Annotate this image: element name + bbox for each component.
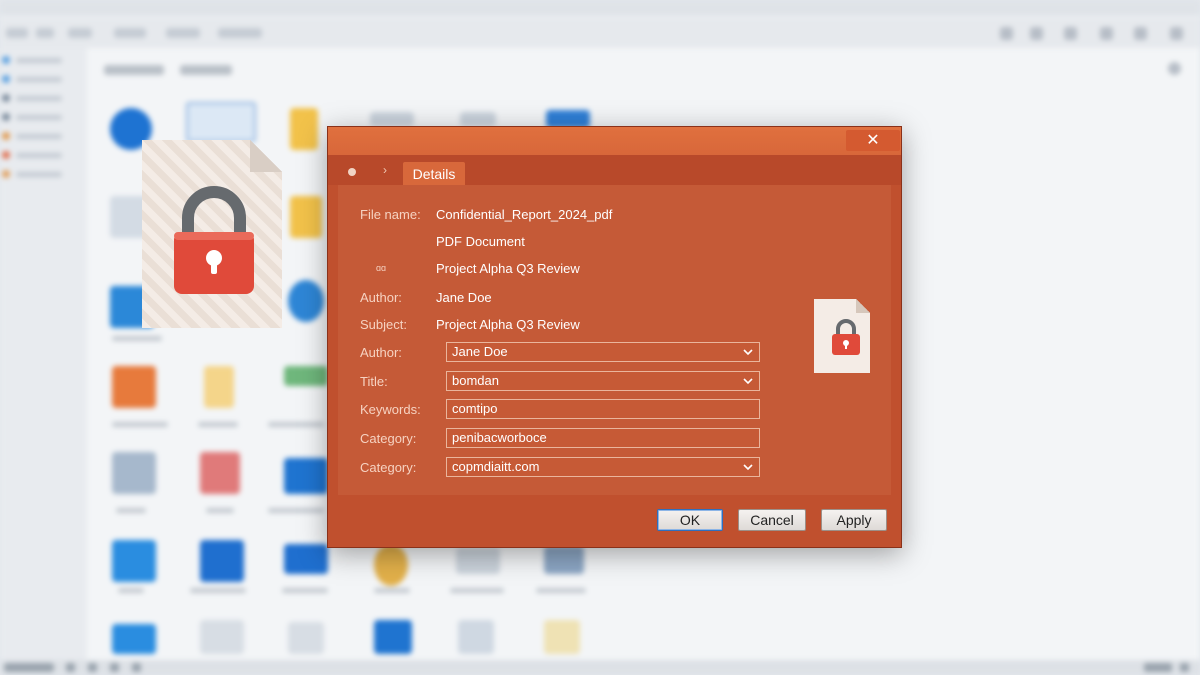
title-value: Project Alpha Q3 Review (436, 261, 580, 276)
keywords-input[interactable]: comtipo (446, 399, 760, 419)
explorer-titlebar (0, 0, 1200, 16)
ok-button[interactable]: OK (657, 509, 723, 531)
author-field-label: Author: (360, 345, 402, 360)
bg-toolbar-icon (1100, 27, 1113, 40)
close-button[interactable]: ✕ (846, 130, 900, 151)
type-value: PDF Document (436, 234, 525, 249)
file-name-label: File name: (360, 207, 421, 222)
author-dropdown[interactable]: Jane Doe (446, 342, 760, 362)
explorer-statusbar (0, 660, 1200, 675)
bg-menu-item (114, 28, 146, 38)
close-icon: ✕ (866, 132, 880, 149)
title-label: ɑɑ (376, 263, 387, 273)
explorer-pathbar (104, 60, 1184, 80)
chevron-down-icon[interactable] (743, 463, 753, 471)
bg-toolbar-icon (1030, 27, 1043, 40)
category-input[interactable]: penibacworboce (446, 428, 760, 448)
file-name-value: Confidential_Report_2024_pdf (436, 207, 613, 222)
chevron-down-icon[interactable] (743, 377, 753, 385)
chevron-right-icon: › (383, 163, 387, 177)
bg-menu-item (36, 28, 54, 38)
keywords-input-value: comtipo (452, 401, 498, 416)
dialog-tabbar: › Details (328, 155, 901, 186)
cancel-button[interactable]: Cancel (738, 509, 806, 531)
bg-menu-item (68, 28, 92, 38)
bg-toolbar-icon (1064, 27, 1077, 40)
subject-label: Subject: (360, 317, 407, 332)
file-corner-fold (250, 140, 282, 172)
file-corner-fold (856, 299, 870, 313)
author-label: Author: (360, 290, 402, 305)
title-field-label: Title: (360, 374, 388, 389)
category-input-value: penibacworboce (452, 430, 547, 445)
padlock-icon (174, 186, 254, 294)
record-dot-icon (348, 168, 356, 176)
apply-button[interactable]: Apply (821, 509, 887, 531)
keywords-field-label: Keywords: (360, 402, 421, 417)
author-value: Jane Doe (436, 290, 492, 305)
bg-toolbar-icon (1000, 27, 1013, 40)
category-dropdown-label: Category: (360, 460, 417, 475)
category-dropdown-value: copmdiaitt.com (452, 459, 540, 474)
selected-file-highlight (186, 102, 256, 142)
subject-value: Project Alpha Q3 Review (436, 317, 580, 332)
bg-menu-item (166, 28, 200, 38)
explorer-menubar (0, 18, 1200, 48)
bg-toolbar-icon (1134, 27, 1147, 40)
details-panel: File name: Confidential_Report_2024_pdf … (338, 185, 891, 495)
padlock-icon (832, 319, 860, 355)
bg-menu-item (6, 28, 28, 38)
bg-menu-item (218, 28, 262, 38)
tab-details[interactable]: Details (403, 162, 465, 186)
title-dropdown[interactable]: bomdan (446, 371, 760, 391)
chevron-down-icon[interactable] (743, 348, 753, 356)
file-properties-dialog: ✕ › Details File name: Confidential_Repo… (327, 126, 902, 548)
explorer-sidebar (0, 48, 86, 660)
category-dropdown[interactable]: copmdiaitt.com (446, 457, 760, 477)
dialog-titlebar[interactable]: ✕ (328, 127, 901, 155)
bg-toolbar-icon (1170, 27, 1183, 40)
category-field-label: Category: (360, 431, 417, 446)
title-dropdown-value: bomdan (452, 373, 499, 388)
author-dropdown-value: Jane Doe (452, 344, 508, 359)
